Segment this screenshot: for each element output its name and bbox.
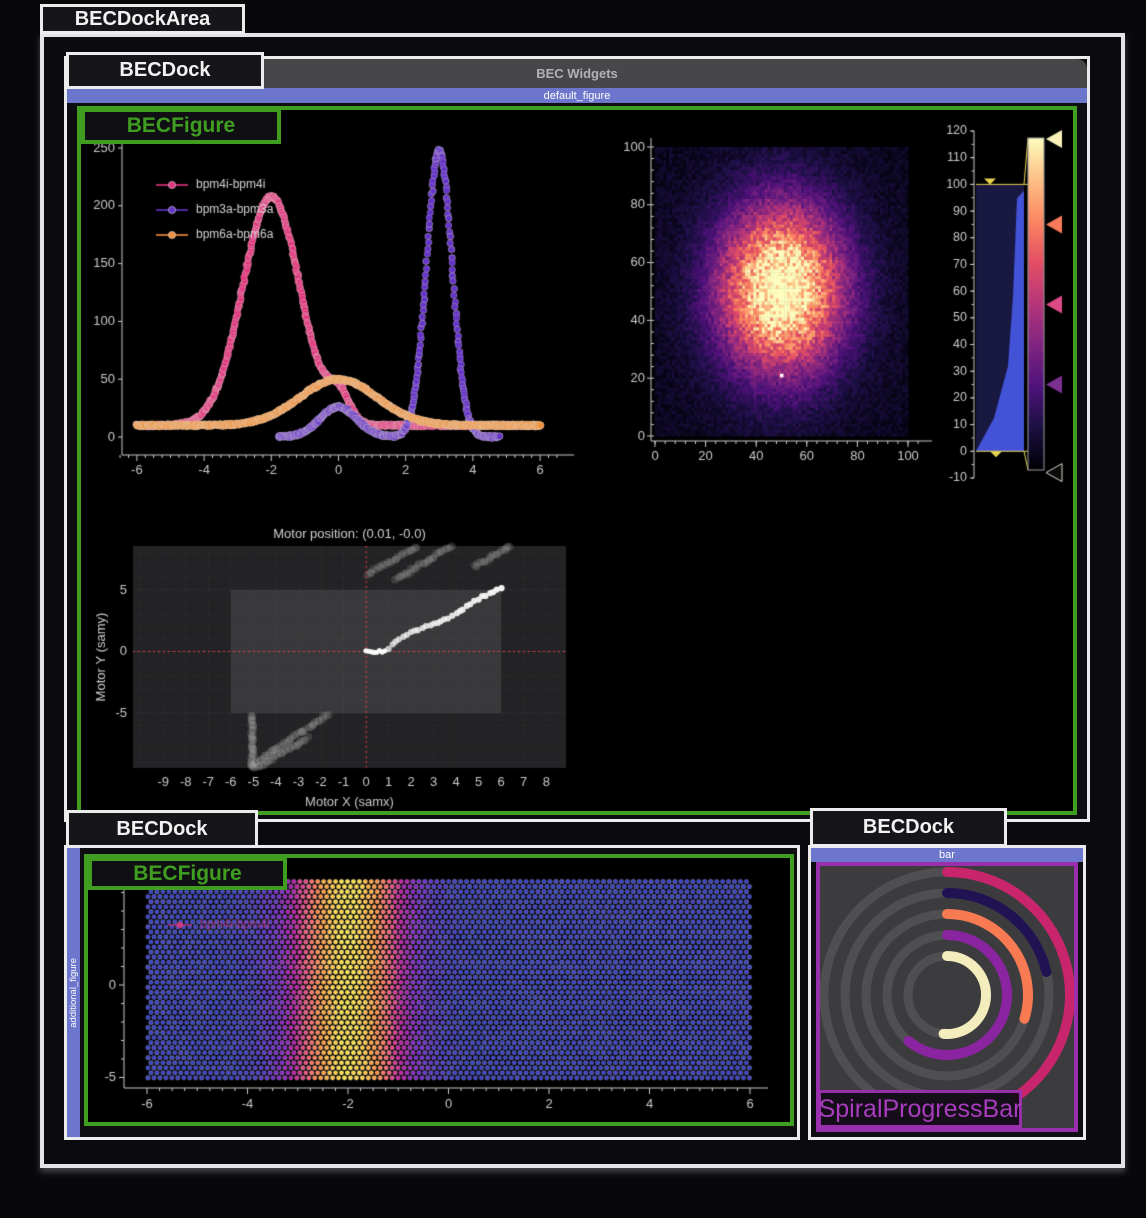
dock-handle-title: default_figure xyxy=(544,90,611,102)
figure-label-top-text: BECFigure xyxy=(127,114,236,138)
dock-drag-handle-bar[interactable]: bar xyxy=(811,848,1083,862)
histogram-lut-colorbar[interactable] xyxy=(938,118,1076,490)
dock-label-bottom-right-text: BECDock xyxy=(863,816,954,839)
dock-label-bottom-left-text: BECDock xyxy=(116,818,207,841)
dock-area-title: BECDockArea xyxy=(40,4,245,34)
dock-handle-additional-title: additional_figure xyxy=(68,958,79,1028)
dock-area-title-text: BECDockArea xyxy=(75,8,211,31)
dock-drag-handle-additional-figure[interactable]: additional_figure xyxy=(67,848,80,1137)
bec-dock-area-window: BECDockArea BEC Widgets default_figure B… xyxy=(0,0,1146,1218)
dock-tab-title: BEC Widgets xyxy=(536,66,618,81)
dock-label-top-text: BECDock xyxy=(119,59,210,82)
dock-handle-bar-title: bar xyxy=(939,849,955,861)
motor-position-plot[interactable] xyxy=(88,522,593,814)
figure-label-bottom-text: BECFigure xyxy=(133,862,242,886)
figure-label-bottom: BECFigure xyxy=(88,857,287,890)
waterfall-scan-plot[interactable] xyxy=(90,860,790,1120)
dock-drag-handle-default-figure[interactable]: default_figure xyxy=(67,88,1087,103)
spiral-progress-rings xyxy=(820,866,1074,1128)
figure-label-top: BECFigure xyxy=(81,108,281,144)
spiral-progress-label-text: SpiralProgressBar xyxy=(819,1095,1022,1124)
dock-label-bottom-right[interactable]: BECDock xyxy=(810,808,1007,847)
gaussian-waveform-plot[interactable] xyxy=(82,118,582,480)
scan-image-plot[interactable] xyxy=(600,118,940,486)
spiral-progress-arc xyxy=(944,956,986,1034)
dock-label-top[interactable]: BECDock xyxy=(66,52,264,89)
dock-label-bottom-left[interactable]: BECDock xyxy=(66,810,258,848)
spiral-progress-label: SpiralProgressBar xyxy=(818,1090,1022,1128)
